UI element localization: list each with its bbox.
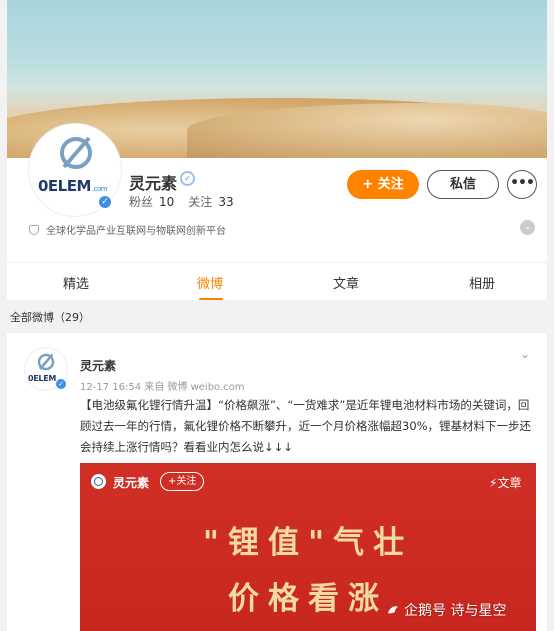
chevron-down-icon[interactable]: ⌄ — [520, 220, 535, 235]
watermark: 企鹅号 诗与星空 — [386, 600, 506, 620]
tab-weibo[interactable]: 微博 — [197, 273, 223, 292]
tab-articles[interactable]: 文章 — [333, 273, 359, 292]
message-button[interactable]: 私信 — [427, 170, 499, 199]
profile-tabs: 精选 微博 文章 相册 — [7, 262, 547, 301]
following-label[interactable]: 关注 — [188, 195, 212, 209]
intro-text: 全球化学品产业互联网与物联网创新平台 — [46, 226, 226, 237]
shield-icon — [29, 225, 39, 235]
logo-text: 0ELEM — [28, 374, 57, 383]
fans-label[interactable]: 粉丝 — [129, 195, 153, 209]
profile-name: 灵元素 — [129, 174, 178, 193]
following-count[interactable]: 33 — [218, 195, 233, 209]
post-card: 0ELEM ✓ 灵元素 12-17 16:54 来自 微博 weibo.com … — [7, 333, 547, 631]
card-follow-button[interactable]: +关注 — [160, 472, 205, 491]
post-meta: 12-17 16:54 来自 微博 weibo.com — [80, 382, 245, 393]
logo-symbol-icon — [37, 353, 55, 371]
all-posts-bar: 全部微博（29） — [7, 300, 547, 333]
fans-count[interactable]: 10 — [159, 195, 174, 209]
card-author: 灵元素 — [113, 476, 150, 490]
logo-symbol-icon — [60, 136, 92, 169]
card-article-text: 文章 — [497, 476, 522, 490]
card-article-label: ⚡文章 — [489, 474, 521, 491]
watermark-text: 企鹅号 诗与星空 — [404, 603, 507, 619]
verified-badge-icon: ✓ — [97, 194, 113, 210]
profile-stats: 粉丝 10 关注 33 — [129, 193, 248, 210]
post-author[interactable]: 灵元素 — [80, 357, 116, 374]
card-avatar — [91, 474, 106, 489]
profile-intro: 全球化学品产业互联网与物联网创新平台 — [29, 222, 226, 237]
verified-icon[interactable]: ✓ — [180, 171, 195, 186]
more-options-button[interactable]: ••• — [507, 170, 537, 199]
logo-text: 0ELEM.com — [38, 177, 108, 195]
tab-albums[interactable]: 相册 — [469, 273, 495, 292]
follow-button[interactable]: + 关注 — [347, 170, 419, 199]
chevron-down-icon[interactable]: ⌄ — [520, 347, 530, 361]
post-text: 【电池级氟化锂行情升温】“价格飙涨”、“一货难求”是近年锂电池材料市场的关键词，… — [80, 398, 532, 454]
penguin-icon — [388, 606, 398, 614]
all-posts-label[interactable]: 全部微博（29） — [10, 309, 90, 325]
card-headline-1: "锂值"气壮 — [202, 525, 414, 561]
verified-badge-icon: ✓ — [55, 378, 67, 390]
tab-featured[interactable]: 精选 — [63, 273, 89, 292]
profile-page: 0ELEM.com ✓ 灵元素 ✓ 粉丝 10 关注 33 + 关注 私信 ••• 全… — [7, 0, 547, 631]
